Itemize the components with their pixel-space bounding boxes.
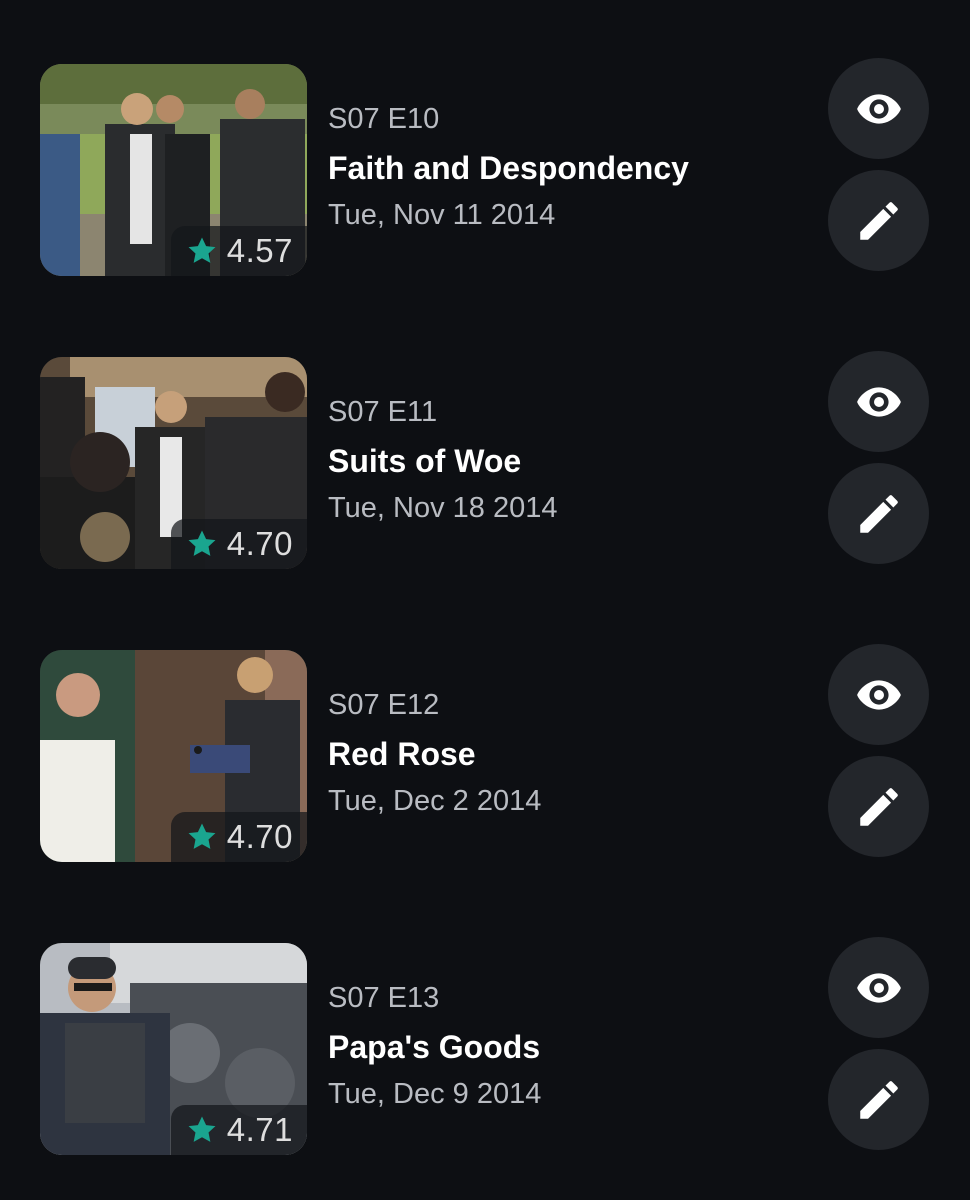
episode-air-date: Tue, Dec 9 2014	[328, 1078, 542, 1110]
pencil-icon	[859, 1080, 898, 1119]
episode-list: 4.57 S07 E10 Faith and Despondency Tue, …	[0, 0, 970, 1200]
episode-thumbnail[interactable]: 4.71	[40, 943, 307, 1155]
pencil-icon	[859, 787, 898, 826]
episode-title: Papa's Goods	[328, 1029, 541, 1065]
eye-icon	[856, 386, 901, 417]
episode-title: Suits of Woe	[328, 443, 522, 479]
episode-row[interactable]: 4.71 S07 E13 Papa's Goods Tue, Dec 9 201…	[0, 879, 970, 1172]
episode-code: S07 E11	[328, 396, 438, 428]
pencil-icon	[859, 494, 898, 533]
episode-thumbnail[interactable]: 4.57	[40, 64, 307, 276]
edit-button[interactable]	[828, 463, 929, 564]
star-icon	[188, 530, 216, 556]
episode-title: Red Rose	[328, 736, 476, 772]
episode-code: S07 E13	[328, 982, 440, 1014]
rating-value: 4.70	[226, 525, 293, 562]
episode-air-date: Tue, Nov 11 2014	[328, 199, 556, 231]
episode-thumbnail[interactable]: 4.70	[40, 357, 307, 569]
rating-value: 4.71	[226, 1111, 293, 1148]
edit-button[interactable]	[828, 170, 929, 271]
star-icon	[188, 237, 216, 263]
rating-value: 4.70	[226, 818, 293, 855]
episode-air-date: Tue, Nov 18 2014	[328, 492, 558, 524]
episode-air-date: Tue, Dec 2 2014	[328, 785, 542, 817]
rating-badge: 4.71	[171, 1105, 307, 1155]
episode-thumbnail[interactable]: 4.70	[40, 650, 307, 862]
rating-value: 4.57	[226, 232, 293, 269]
eye-icon	[856, 93, 901, 124]
episode-code: S07 E10	[328, 103, 440, 135]
eye-icon	[856, 679, 901, 710]
eye-icon	[856, 972, 901, 1003]
edit-button[interactable]	[828, 756, 929, 857]
episode-title: Faith and Despondency	[328, 150, 689, 186]
rating-badge: 4.70	[171, 812, 307, 862]
edit-button[interactable]	[828, 1049, 929, 1150]
rating-badge: 4.70	[171, 519, 307, 569]
episode-row[interactable]: 4.70 S07 E12 Red Rose Tue, Dec 2 2014	[0, 586, 970, 879]
mark-watched-button[interactable]	[828, 58, 929, 159]
episode-row[interactable]: 4.57 S07 E10 Faith and Despondency Tue, …	[0, 0, 970, 293]
pencil-icon	[859, 201, 898, 240]
rating-badge: 4.57	[171, 226, 307, 276]
episode-code: S07 E12	[328, 689, 440, 721]
star-icon	[188, 1116, 216, 1142]
mark-watched-button[interactable]	[828, 644, 929, 745]
star-icon	[188, 823, 216, 849]
mark-watched-button[interactable]	[828, 937, 929, 1038]
mark-watched-button[interactable]	[828, 351, 929, 452]
episode-row[interactable]: 4.70 S07 E11 Suits of Woe Tue, Nov 18 20…	[0, 293, 970, 586]
